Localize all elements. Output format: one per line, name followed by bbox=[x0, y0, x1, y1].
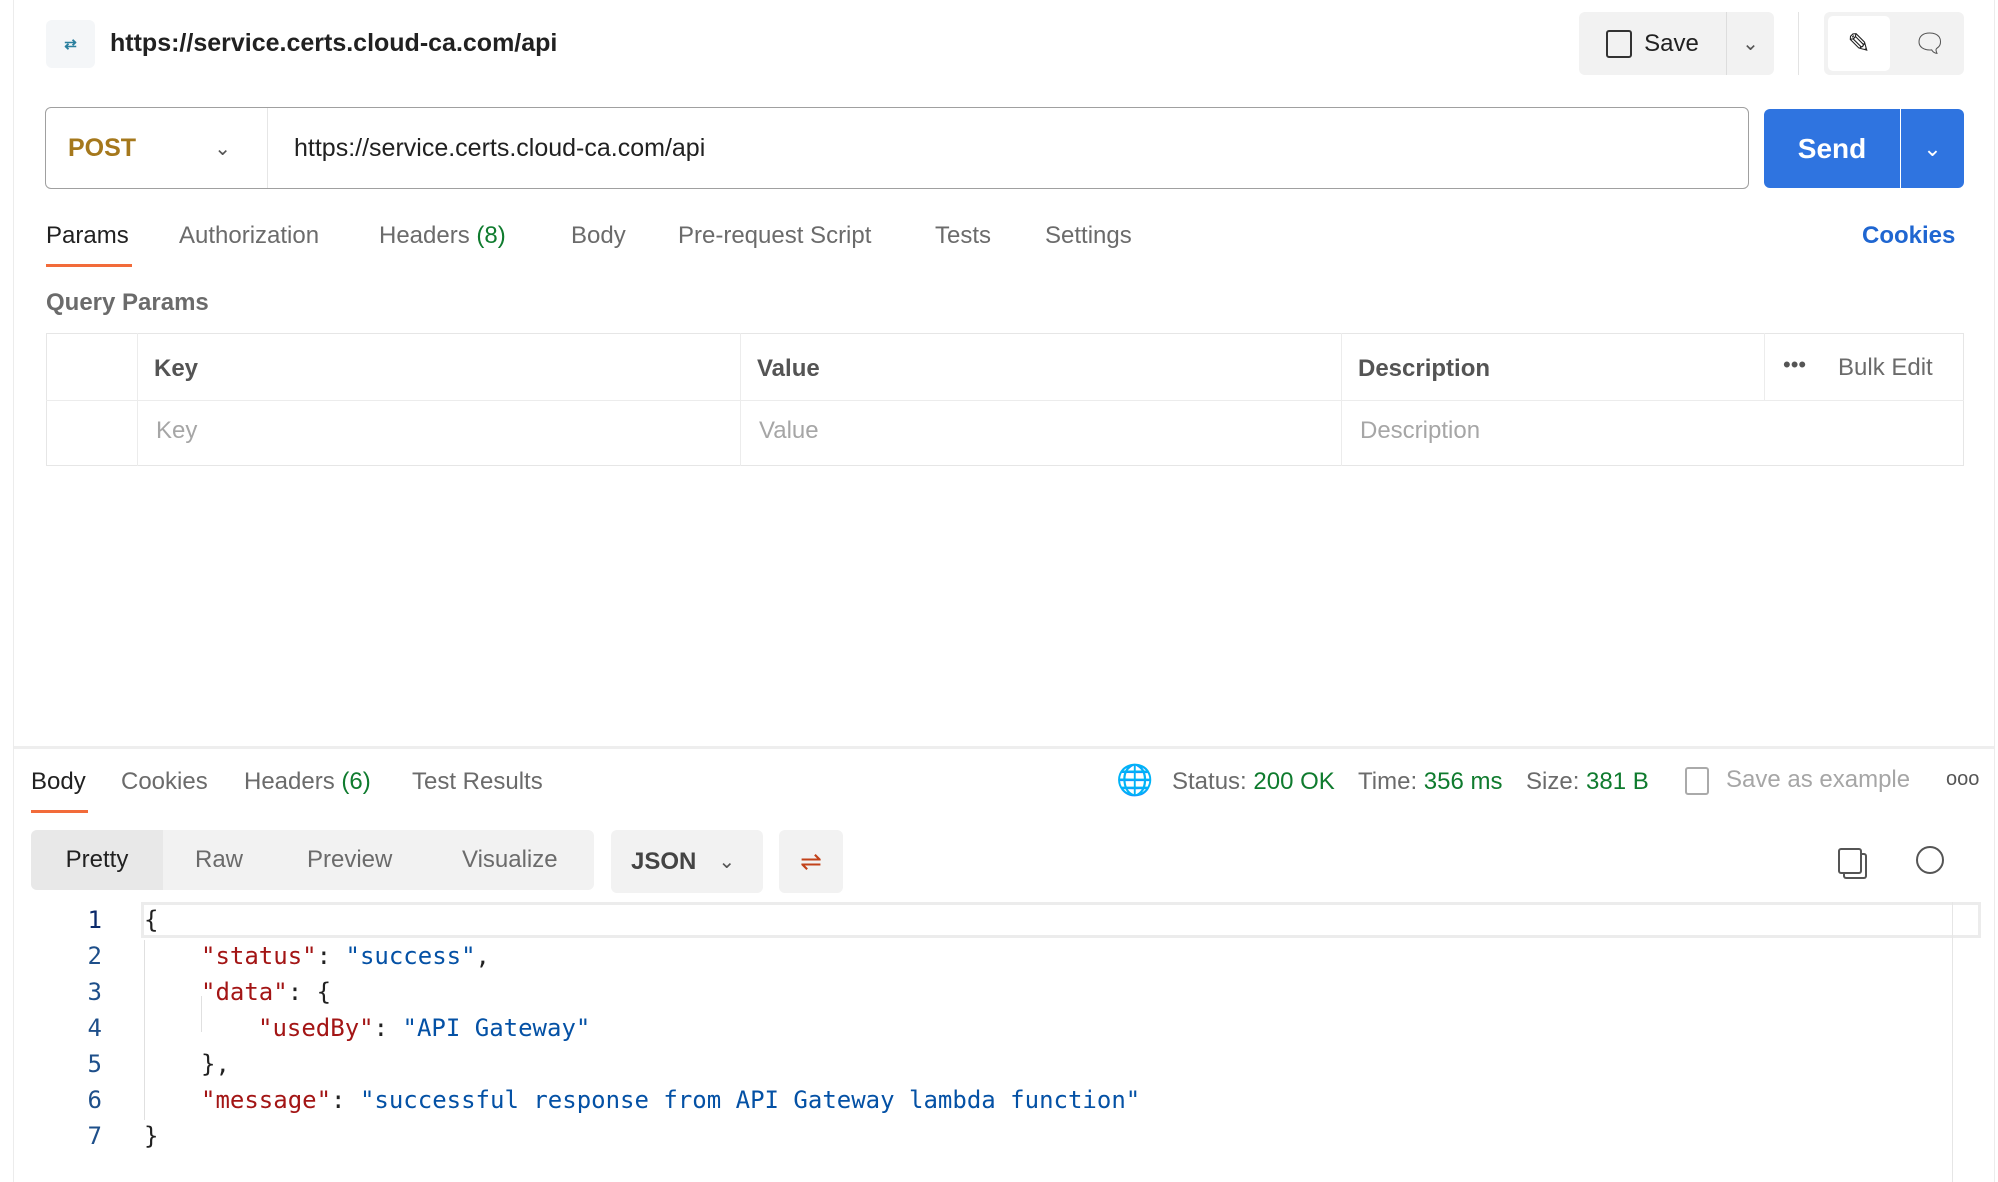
line-number: 2 bbox=[87, 942, 102, 970]
view-raw[interactable]: Raw bbox=[195, 846, 243, 874]
code-line: } bbox=[144, 1122, 159, 1150]
tab-authorization[interactable]: Authorization bbox=[179, 222, 319, 250]
row-divider bbox=[46, 400, 1964, 401]
bulk-edit-button[interactable]: Bulk Edit bbox=[1838, 354, 1933, 382]
save-button[interactable]: Save bbox=[1579, 12, 1726, 75]
active-line-highlight bbox=[141, 902, 1981, 938]
more-options-icon[interactable]: ooo bbox=[1946, 768, 1979, 791]
line-number: 4 bbox=[87, 1014, 102, 1042]
time-info: Time: 356 ms bbox=[1358, 768, 1503, 795]
line-number: 6 bbox=[87, 1086, 102, 1114]
format-select[interactable]: JSON ⌄ bbox=[611, 830, 763, 893]
size-info: Size: 381 B bbox=[1526, 768, 1649, 795]
code-line: "data": { bbox=[201, 978, 332, 1006]
code-line: "message": "successful response from API… bbox=[201, 1086, 1141, 1114]
column-header-value: Value bbox=[757, 355, 820, 382]
active-tab-indicator bbox=[46, 264, 132, 267]
divider bbox=[1798, 12, 1799, 75]
col-divider bbox=[1764, 333, 1765, 400]
copy-icon[interactable] bbox=[1838, 848, 1862, 874]
tab-pre-request-script[interactable]: Pre-request Script bbox=[678, 222, 871, 250]
view-visualize[interactable]: Visualize bbox=[462, 846, 558, 874]
line-number: 5 bbox=[87, 1050, 102, 1078]
more-options-icon[interactable]: ••• bbox=[1783, 352, 1806, 378]
save-icon bbox=[1606, 29, 1633, 58]
active-tab-indicator bbox=[31, 810, 88, 813]
view-preview[interactable]: Preview bbox=[307, 846, 392, 874]
save-dropdown-chevron-icon[interactable]: ⌄ bbox=[1726, 12, 1774, 75]
column-header-key: Key bbox=[154, 355, 199, 382]
line-number: 3 bbox=[87, 978, 102, 1006]
tab-headers[interactable]: Headers (8) bbox=[379, 222, 506, 250]
chevron-down-icon: ⌄ bbox=[718, 851, 736, 873]
globe-network-icon[interactable]: 🌐 bbox=[1116, 763, 1153, 798]
line-number: 7 bbox=[87, 1122, 102, 1150]
col-divider bbox=[1341, 333, 1342, 466]
send-options-chevron-icon[interactable]: ⌄ bbox=[1901, 109, 1964, 188]
col-divider bbox=[740, 333, 741, 466]
tab-tests[interactable]: Tests bbox=[935, 222, 991, 250]
wrap-lines-icon[interactable]: ⇌ bbox=[779, 830, 843, 893]
tab-params[interactable]: Params bbox=[46, 222, 129, 250]
response-tab-test-results[interactable]: Test Results bbox=[412, 768, 543, 796]
method-select[interactable]: POST ⌄ bbox=[46, 108, 268, 188]
code-line: "usedBy": "API Gateway" bbox=[258, 1014, 591, 1042]
http-icon: ⇄ bbox=[46, 20, 95, 68]
size-value: 381 B bbox=[1586, 768, 1649, 795]
request-title: https://service.certs.cloud-ca.com/api bbox=[110, 29, 558, 57]
url-input[interactable]: https://service.certs.cloud-ca.com/api bbox=[294, 134, 705, 163]
query-params-title: Query Params bbox=[46, 289, 209, 316]
save-as-example-button[interactable]: Save as example bbox=[1726, 766, 1910, 794]
line-number: 1 bbox=[87, 906, 102, 934]
response-tab-headers[interactable]: Headers (6) bbox=[244, 768, 371, 796]
save-icon bbox=[1685, 767, 1709, 795]
description-input[interactable]: Description bbox=[1360, 417, 1480, 445]
comment-icon[interactable]: 🗨 bbox=[1900, 16, 1960, 71]
status-info: Status: 200 OK bbox=[1172, 768, 1335, 795]
search-icon[interactable] bbox=[1916, 846, 1944, 874]
code-line: "status": "success", bbox=[201, 942, 490, 970]
time-value: 356 ms bbox=[1423, 768, 1503, 795]
indent-guide bbox=[144, 940, 145, 1120]
response-tab-cookies[interactable]: Cookies bbox=[121, 768, 208, 796]
response-tab-body[interactable]: Body bbox=[31, 768, 86, 796]
value-input[interactable]: Value bbox=[759, 417, 819, 445]
edit-pencil-icon[interactable]: ✎ bbox=[1828, 16, 1890, 71]
cookies-link[interactable]: Cookies bbox=[1862, 222, 1955, 250]
status-value: 200 OK bbox=[1253, 768, 1335, 795]
code-line: { bbox=[144, 906, 159, 934]
tab-body[interactable]: Body bbox=[571, 222, 626, 250]
key-input[interactable]: Key bbox=[156, 417, 197, 445]
tab-settings[interactable]: Settings bbox=[1045, 222, 1132, 250]
code-line: }, bbox=[201, 1050, 230, 1078]
column-header-description: Description bbox=[1358, 355, 1491, 382]
col-divider bbox=[137, 333, 138, 466]
send-button[interactable]: Send bbox=[1764, 109, 1900, 188]
view-pretty[interactable]: Pretty bbox=[31, 830, 163, 890]
pane-resize-handle[interactable] bbox=[14, 746, 1994, 749]
chevron-down-icon: ⌄ bbox=[214, 137, 231, 160]
editor-scrollbar[interactable] bbox=[1952, 902, 1953, 1182]
